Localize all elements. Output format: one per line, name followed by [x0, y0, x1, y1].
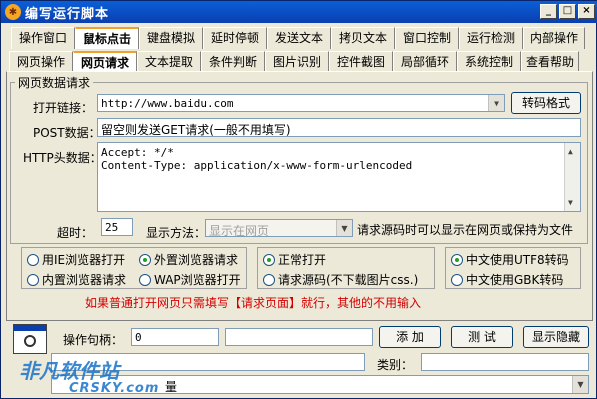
tab-control-capture[interactable]: 控件截图	[329, 51, 393, 73]
radio-checked-icon	[451, 253, 463, 266]
open-link-label: 打开链接：	[33, 101, 94, 115]
handle-input[interactable]: 0	[131, 328, 219, 346]
tab-copy-text[interactable]: 拷贝文本	[331, 27, 395, 49]
display-hint: 请求源码时可以显示在网页或保持为文件	[357, 223, 574, 237]
header-line-1: Accept: */*	[101, 146, 174, 159]
tab-condition[interactable]: 条件判断	[201, 51, 265, 73]
show-hide-button[interactable]: 显示隐藏	[523, 326, 589, 348]
test-button[interactable]: 测 试	[451, 326, 513, 348]
watermark-site: CRSKY.com	[69, 381, 160, 396]
radio-circle-icon	[27, 273, 39, 286]
tab-system-control[interactable]: 系统控制	[457, 51, 521, 73]
type-label: 类别：	[377, 358, 414, 372]
radio-circle-icon	[139, 273, 151, 286]
tab-send-text[interactable]: 发送文本	[267, 27, 331, 49]
header-line-2: Content-Type: application/x-www-form-url…	[101, 159, 413, 172]
tab-operate-window[interactable]: 操作窗口	[11, 27, 75, 49]
http-header-label: HTTP头数据：	[23, 151, 102, 165]
tab-delay[interactable]: 延时停顿	[203, 27, 267, 49]
handle-label: 操作句柄：	[63, 333, 124, 347]
title-bar: ✱ 编写运行脚本 _ □ ×	[1, 1, 597, 23]
maximize-button[interactable]: □	[559, 4, 576, 19]
group-title: 网页数据请求	[15, 74, 94, 91]
radio-circle-icon	[451, 273, 463, 286]
url-input[interactable]: http://www.baidu.com ▼	[97, 94, 505, 112]
close-button[interactable]: ×	[578, 4, 595, 19]
tab-web-operate[interactable]: 网页操作	[9, 51, 73, 73]
tab-internal[interactable]: 内部操作	[523, 27, 585, 49]
http-header-textarea[interactable]: Accept: */* Content-Type: application/x-w…	[97, 142, 581, 212]
url-dropdown-arrow-icon[interactable]: ▼	[488, 95, 504, 111]
tab-row-2: 网页操作 网页请求 文本提取 条件判断 图片识别 控件截图 局部循环 系统控制 …	[9, 51, 579, 73]
tab-keyboard[interactable]: 键盘模拟	[139, 27, 203, 49]
radio-builtin[interactable]: 内置浏览器请求	[27, 271, 126, 288]
radio-ie[interactable]: 用IE浏览器打开	[27, 251, 125, 268]
tab-local-loop[interactable]: 局部循环	[393, 51, 457, 73]
minimize-button[interactable]: _	[540, 4, 557, 19]
radio-request-source[interactable]: 请求源码(不下载图片css.)	[263, 271, 418, 288]
radio-checked-icon	[263, 253, 275, 266]
radio-circle-icon	[27, 253, 39, 266]
radio-wap[interactable]: WAP浏览器打开	[139, 271, 241, 288]
target-finder-icon[interactable]	[13, 324, 47, 354]
tab-web-request[interactable]: 网页请求	[73, 51, 137, 73]
timeout-input[interactable]: 25	[101, 218, 133, 236]
tab-text-extract[interactable]: 文本提取	[137, 51, 201, 73]
encode-format-button[interactable]: 转码格式	[511, 92, 581, 114]
display-dropdown-arrow-icon[interactable]: ▼	[336, 220, 352, 236]
window-title: 编写运行脚本	[25, 6, 110, 22]
header-scrollbar[interactable]: ▲ ▼	[564, 143, 580, 211]
tab-image-recognize[interactable]: 图片识别	[265, 51, 329, 73]
handle-info-input[interactable]	[225, 328, 373, 346]
display-method-label: 显示方法：	[146, 226, 207, 240]
radio-external[interactable]: 外置浏览器请求	[139, 251, 238, 268]
radio-gbk[interactable]: 中文使用GBK转码	[451, 271, 563, 288]
radio-normal-open[interactable]: 正常打开	[263, 251, 326, 268]
hint-warning: 如果普通打开网页只需填写【请求页面】就行，其他的不用输入	[85, 296, 422, 310]
tab-row-1: 操作窗口 鼠标点击 键盘模拟 延时停顿 发送文本 拷贝文本 窗口控制 运行检测 …	[11, 27, 585, 49]
timeout-label: 超时：	[57, 226, 94, 240]
radio-circle-icon	[263, 273, 275, 286]
radio-utf8[interactable]: 中文使用UTF8转码	[451, 251, 569, 268]
script-editor-window: ✱ 编写运行脚本 _ □ × 操作窗口 鼠标点击 键盘模拟 延时停顿 发送文本 …	[0, 0, 597, 399]
type-input[interactable]	[421, 353, 589, 371]
tab-window-control[interactable]: 窗口控制	[395, 27, 459, 49]
post-data-input[interactable]: 留空则发送GET请求(一般不用填写)	[97, 118, 581, 137]
add-button[interactable]: 添 加	[379, 326, 441, 348]
radio-checked-icon	[139, 253, 151, 266]
app-gear-icon: ✱	[5, 4, 21, 20]
tab-run-detect[interactable]: 运行检测	[459, 27, 523, 49]
watermark-logo: 非凡软件站	[19, 359, 119, 383]
variable-dropdown-arrow-icon[interactable]: ▼	[572, 376, 588, 393]
tab-help[interactable]: 查看帮助	[521, 51, 579, 73]
display-method-select[interactable]: 显示在网页 ▼	[205, 219, 353, 237]
tab-mouse-click[interactable]: 鼠标点击	[75, 27, 139, 49]
post-label: POST数据：	[33, 126, 101, 140]
